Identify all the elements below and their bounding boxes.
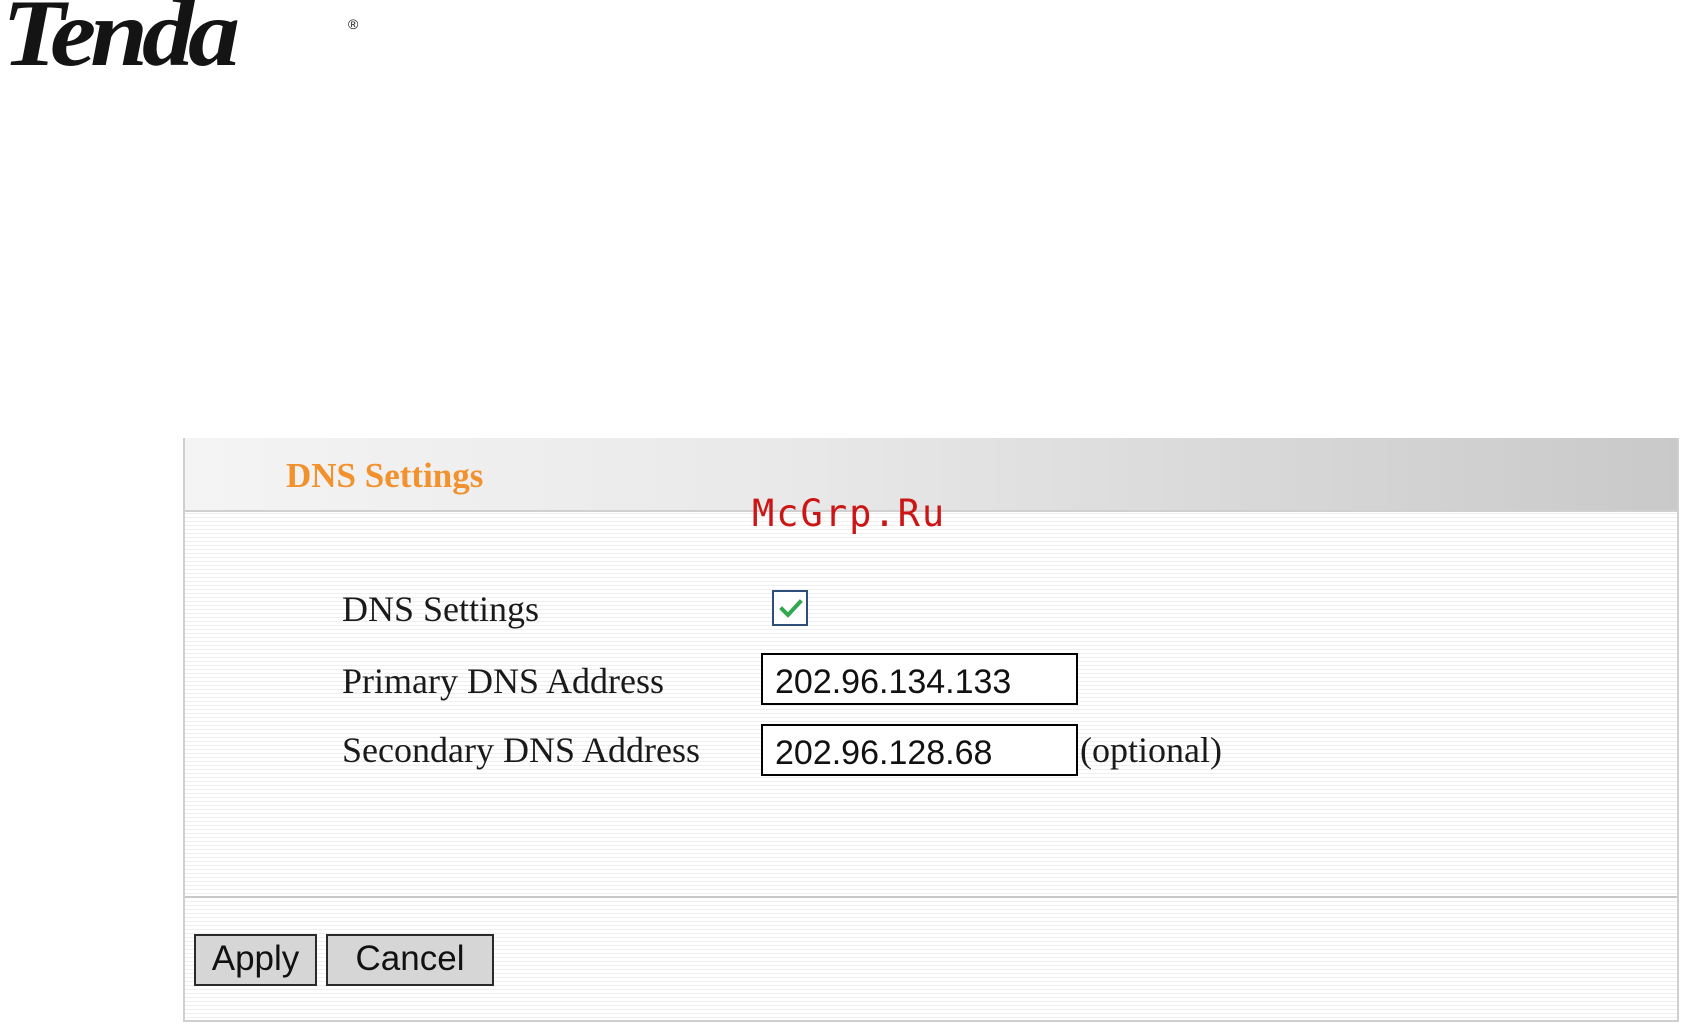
secondary-dns-label: Secondary DNS Address bbox=[342, 730, 700, 770]
primary-dns-input[interactable] bbox=[761, 653, 1078, 705]
optional-hint: (optional) bbox=[1080, 730, 1222, 770]
apply-button[interactable]: Apply bbox=[194, 934, 317, 986]
registered-mark: ® bbox=[348, 16, 359, 32]
cancel-button[interactable]: Cancel bbox=[326, 934, 494, 986]
secondary-dns-input[interactable] bbox=[761, 724, 1078, 776]
dns-settings-checkbox[interactable] bbox=[772, 590, 808, 626]
dns-settings-label: DNS Settings bbox=[342, 589, 540, 629]
tenda-logo: Tenda ® bbox=[0, 0, 370, 84]
panel-title: DNS Settings bbox=[286, 456, 484, 495]
logo-text: Tenda bbox=[2, 0, 240, 87]
watermark: McGrp.Ru bbox=[752, 492, 947, 535]
checkmark-icon bbox=[779, 599, 803, 618]
primary-dns-label: Primary DNS Address bbox=[342, 661, 664, 701]
footer-divider bbox=[185, 896, 1677, 898]
